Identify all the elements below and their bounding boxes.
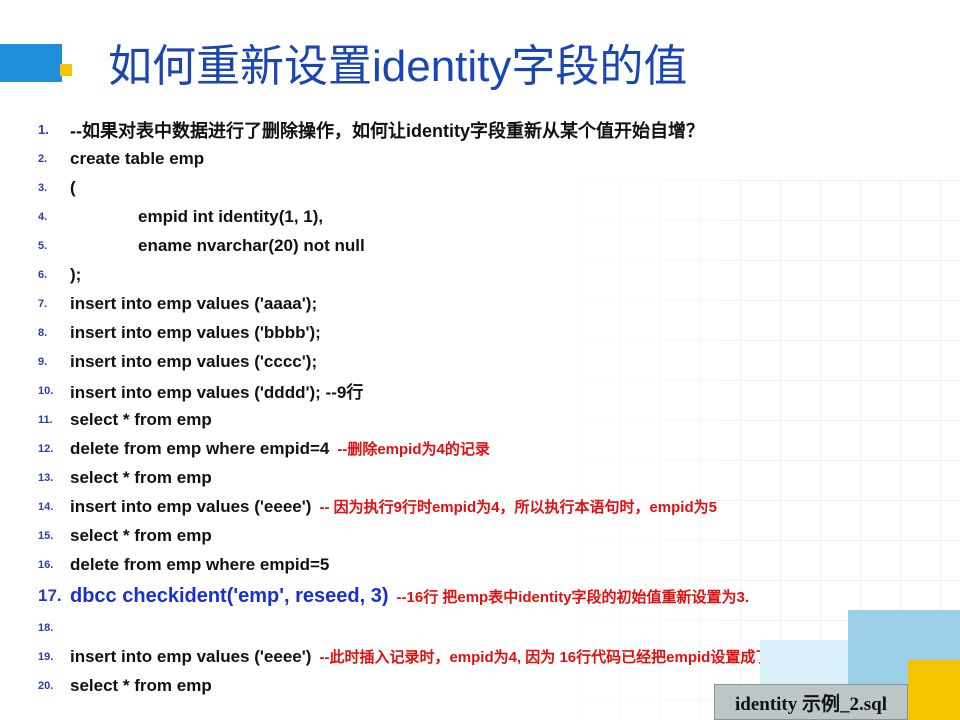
code-text: ename nvarchar(20) not null [138, 235, 365, 255]
code-line: 8. insert into emp values ('bbbb'); [38, 318, 938, 347]
line-number: 14. [38, 500, 54, 513]
code-text: insert into emp values ('dddd'); --9行 [70, 383, 364, 402]
code-comment: --删除empid为4的记录 [337, 441, 490, 458]
code-line: 11. select * from emp [38, 405, 938, 434]
line-number: 16. [38, 558, 54, 571]
code-line: 13. select * from emp [38, 463, 938, 492]
code-text: insert into emp values ('bbbb'); [70, 322, 321, 342]
code-text: insert into emp values ('eeee') [70, 646, 312, 666]
code-line: 16. delete from emp where empid=5 [38, 550, 938, 579]
header-accent-bar [0, 44, 62, 82]
code-line: 4. empid int identity(1, 1), [38, 202, 938, 231]
slide-title: 如何重新设置identity字段的值 [108, 42, 688, 91]
line-number: 6. [38, 268, 48, 281]
line-number: 8. [38, 326, 48, 339]
line-number: 15. [38, 529, 54, 542]
code-text: create table emp [70, 148, 205, 168]
line-number: 19. [38, 650, 54, 663]
line-number: 10. [38, 384, 54, 397]
code-text: select * from emp [70, 409, 212, 429]
code-line: 15. select * from emp [38, 521, 938, 550]
code-line: 12. delete from emp where empid=4 --删除em… [38, 434, 938, 463]
code-line: 5. ename nvarchar(20) not null [38, 231, 938, 260]
code-text: select * from emp [70, 467, 212, 487]
line-number: 20. [38, 679, 54, 692]
code-line-highlighted: 17. dbcc checkident('emp', reseed, 3) --… [38, 579, 938, 613]
code-text: insert into emp values ('eeee') [70, 496, 312, 516]
line-number: 5. [38, 239, 48, 252]
line-number: 2. [38, 152, 48, 165]
line-number: 3. [38, 181, 48, 194]
file-caption: identity 示例_2.sql [714, 684, 908, 720]
code-comment: -- 因为执行9行时empid为4，所以执行本语句时，empid为5 [319, 499, 717, 516]
code-comment: --此时插入记录时，empid为4, 因为 16行代码已经把empid设置成了3 [319, 649, 779, 666]
code-line: 3. ( [38, 173, 938, 202]
code-line: 14. insert into emp values ('eeee') -- 因… [38, 492, 938, 521]
line-number: 7. [38, 297, 48, 310]
code-listing: 1. --如果对表中数据进行了删除操作，如何让identity字段重新从某个值开… [38, 115, 938, 700]
code-line: 2. create table emp [38, 144, 938, 173]
code-text: dbcc checkident('emp', reseed, 3) [70, 584, 389, 607]
code-line: 18. [38, 613, 938, 642]
code-text: insert into emp values ('cccc'); [70, 351, 318, 371]
code-line: 10. insert into emp values ('dddd'); --9… [38, 376, 938, 405]
corner-accent-yellow [908, 660, 960, 720]
code-line: 6. ); [38, 260, 938, 289]
code-text: --如果对表中数据进行了删除操作，如何让identity字段重新从某个值开始自增… [70, 120, 704, 141]
code-text: delete from emp where empid=5 [70, 554, 330, 574]
code-line: 1. --如果对表中数据进行了删除操作，如何让identity字段重新从某个值开… [38, 115, 938, 144]
code-line: 9. insert into emp values ('cccc'); [38, 347, 938, 376]
line-number: 17. [38, 586, 62, 605]
line-number: 18. [38, 621, 54, 634]
line-number: 13. [38, 471, 54, 484]
code-text: select * from emp [70, 675, 212, 695]
code-text: delete from emp where empid=4 [70, 438, 330, 458]
code-text: ( [70, 177, 76, 197]
code-text: select * from emp [70, 525, 212, 545]
line-number: 11. [38, 413, 53, 426]
line-number: 1. [38, 122, 49, 137]
code-text: empid int identity(1, 1), [138, 206, 324, 226]
line-number: 4. [38, 210, 48, 223]
code-text: ); [70, 264, 82, 284]
line-number: 9. [38, 355, 48, 368]
header-accent-square [60, 64, 72, 76]
code-line: 7. insert into emp values ('aaaa'); [38, 289, 938, 318]
code-text: insert into emp values ('aaaa'); [70, 293, 318, 313]
code-comment: --16行 把emp表中identity字段的初始值重新设置为3. [396, 588, 750, 606]
line-number: 12. [38, 442, 54, 455]
